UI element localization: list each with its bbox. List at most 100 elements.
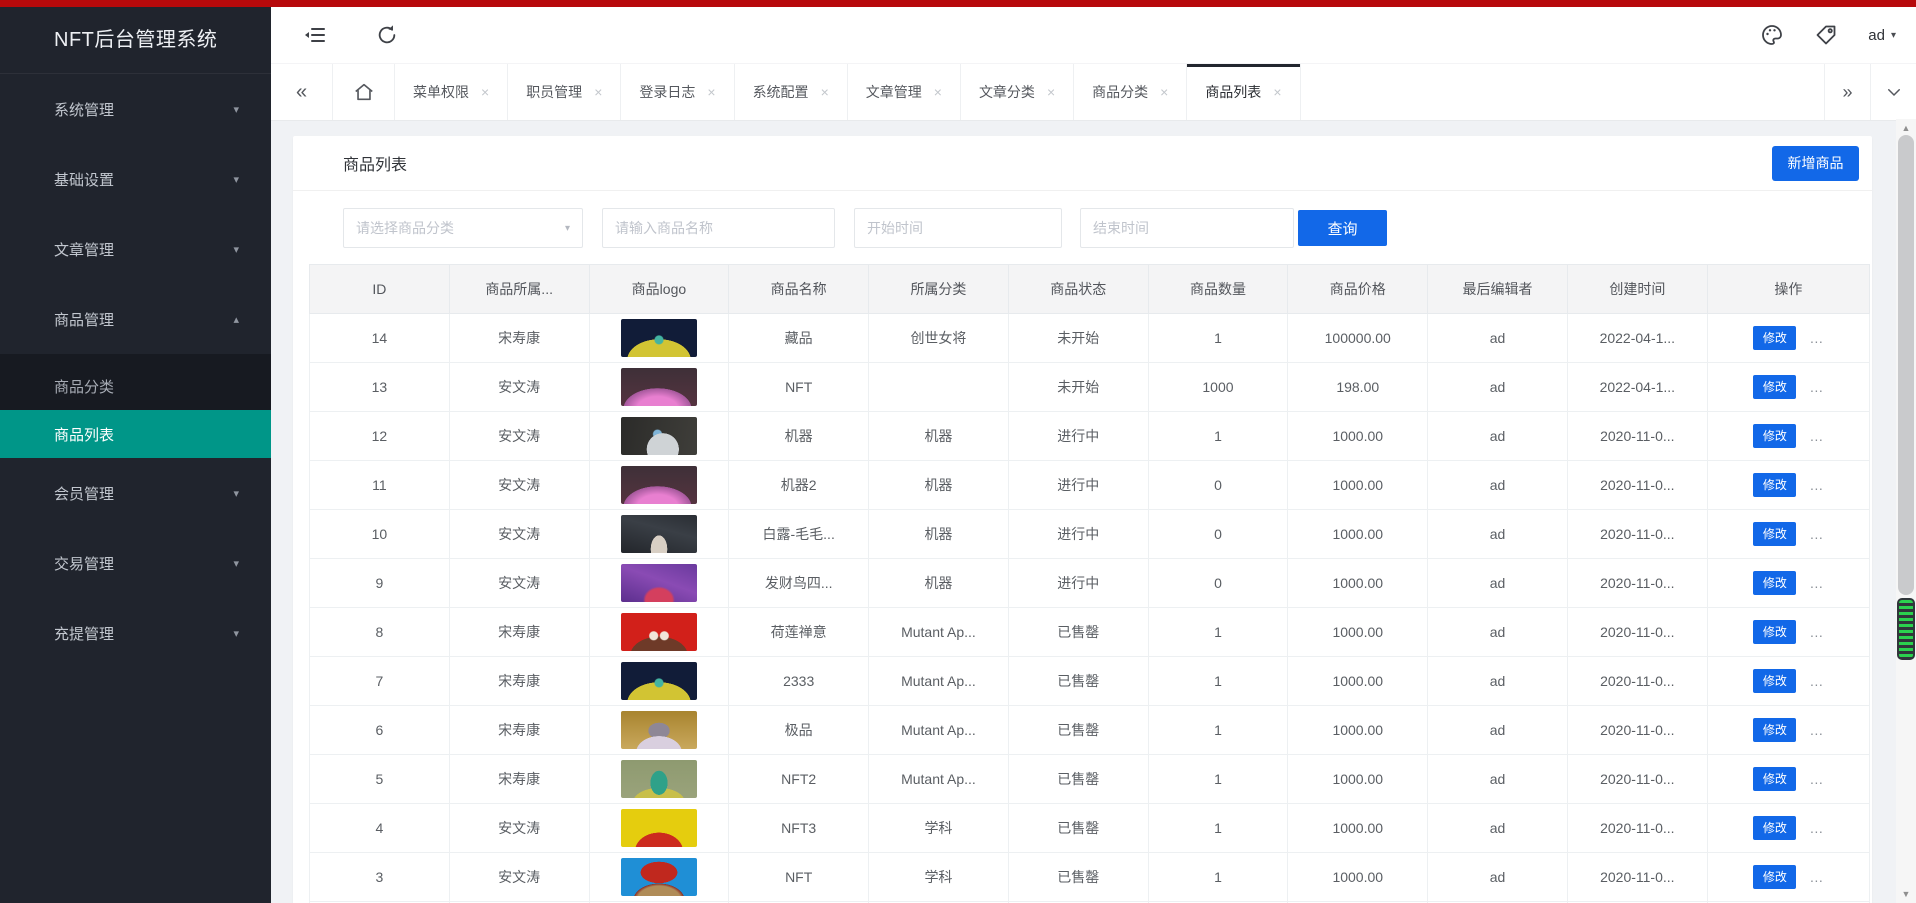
more-actions-icon[interactable]: … [1809, 575, 1823, 591]
more-actions-icon[interactable]: … [1809, 428, 1823, 444]
sidebar-item-0[interactable]: 系统管理 ▾ [0, 74, 271, 144]
sidebar-menu: 系统管理 ▾ 基础设置 ▾ 文章管理 ▾ 商品管理 ▴ 商品分类 商品列表 会员… [0, 74, 271, 668]
cell-id: 5 [309, 754, 450, 804]
edit-button[interactable]: 修改 [1753, 571, 1797, 595]
category-select[interactable]: 请选择商品分类 ▾ [343, 208, 583, 248]
tabs-scroll-right-button[interactable]: » [1824, 64, 1870, 120]
more-actions-icon[interactable]: … [1809, 722, 1823, 738]
edit-button[interactable]: 修改 [1753, 424, 1797, 448]
cell-id: 14 [309, 313, 450, 363]
theme-palette-icon[interactable] [1758, 21, 1786, 49]
product-logo-image [620, 564, 697, 602]
more-actions-icon[interactable]: … [1809, 820, 1823, 836]
sidebar-item-5[interactable]: 交易管理 ▾ [0, 528, 271, 598]
scrollbar-up-arrow-icon[interactable]: ▲ [1896, 123, 1916, 133]
search-button[interactable]: 查询 [1298, 210, 1387, 246]
user-menu[interactable]: ad ▾ [1868, 27, 1896, 44]
edit-button[interactable]: 修改 [1753, 669, 1797, 693]
tabs-dropdown-button[interactable] [1870, 64, 1916, 120]
tag-icon[interactable] [1812, 21, 1840, 49]
tab-0[interactable]: 菜单权限 × [395, 64, 509, 120]
end-time-input[interactable] [1080, 208, 1294, 248]
cell-editor: ad [1427, 607, 1568, 657]
sidebar-item-6[interactable]: 充提管理 ▾ [0, 598, 271, 668]
tab-close-icon[interactable]: × [1273, 84, 1281, 100]
tab-5[interactable]: 文章分类 × [961, 64, 1075, 120]
edit-button[interactable]: 修改 [1753, 620, 1797, 644]
table-row: 14 宋寿康 藏品 创世女将 未开始 1 100000.00 ad 2022-0… [309, 313, 1871, 363]
tab-close-icon[interactable]: × [1047, 84, 1055, 100]
cell-editor: ad [1427, 558, 1568, 608]
cell-price: 1000.00 [1287, 754, 1429, 804]
cell-id: 4 [309, 803, 450, 853]
tabs-scroll-left-button[interactable]: « [271, 64, 333, 120]
home-tab-button[interactable] [333, 64, 395, 120]
sidebar-item-2[interactable]: 文章管理 ▾ [0, 214, 271, 284]
column-header-7: 商品价格 [1287, 264, 1429, 314]
sidebar-collapse-icon[interactable] [301, 21, 329, 49]
tab-close-icon[interactable]: × [934, 84, 942, 100]
tab-label: 商品列表 [1205, 84, 1262, 100]
cell-quantity: 1 [1147, 705, 1289, 755]
tab-1[interactable]: 职员管理 × [508, 64, 622, 120]
sidebar-item-label: 系统管理 [54, 101, 115, 119]
cell-price: 1000.00 [1287, 411, 1429, 461]
column-header-4: 所属分类 [868, 264, 1009, 314]
edit-button[interactable]: 修改 [1753, 375, 1797, 399]
cell-editor: ad [1427, 803, 1568, 853]
edit-button[interactable]: 修改 [1753, 326, 1797, 350]
cell-logo [588, 509, 730, 559]
more-actions-icon[interactable]: … [1809, 869, 1823, 885]
tab-close-icon[interactable]: × [481, 84, 489, 100]
add-product-button[interactable]: 新增商品 [1772, 145, 1859, 181]
sidebar-subitem-0[interactable]: 商品分类 [0, 362, 271, 410]
start-time-input[interactable] [854, 208, 1062, 248]
cell-quantity: 0 [1147, 509, 1289, 559]
more-actions-icon[interactable]: … [1809, 379, 1823, 395]
product-logo-image [620, 711, 697, 749]
cell-actions: 修改 … [1706, 754, 1871, 804]
cell-quantity: 1 [1147, 313, 1289, 363]
tab-2[interactable]: 登录日志 × [621, 64, 735, 120]
more-actions-icon[interactable]: … [1809, 330, 1823, 346]
more-actions-icon[interactable]: … [1809, 624, 1823, 640]
column-header-1: 商品所属... [448, 264, 590, 314]
edit-button[interactable]: 修改 [1753, 522, 1797, 546]
edit-button[interactable]: 修改 [1753, 865, 1797, 889]
tab-3[interactable]: 系统配置 × [735, 64, 848, 120]
status-badge: 已售罄 [1007, 754, 1149, 804]
more-actions-icon[interactable]: … [1809, 673, 1823, 689]
more-actions-icon[interactable]: … [1809, 771, 1823, 787]
topbar: ad ▾ [271, 7, 1916, 64]
more-actions-icon[interactable]: … [1809, 477, 1823, 493]
column-header-10: 操作 [1706, 264, 1871, 314]
edit-button[interactable]: 修改 [1753, 767, 1797, 791]
tab-close-icon[interactable]: × [821, 84, 829, 100]
sidebar-item-3[interactable]: 商品管理 ▴ [0, 284, 271, 354]
scrollbar-thumb[interactable] [1898, 135, 1914, 595]
edit-button[interactable]: 修改 [1753, 473, 1797, 497]
cell-actions: 修改 … [1706, 509, 1871, 559]
product-name-input[interactable] [602, 208, 835, 248]
product-logo-image [620, 466, 697, 504]
scrollbar-green-thumb[interactable] [1897, 598, 1915, 660]
tab-close-icon[interactable]: × [594, 84, 602, 100]
sidebar-subitem-label: 商品列表 [54, 426, 115, 444]
sidebar-item-1[interactable]: 基础设置 ▾ [0, 144, 271, 214]
cell-price: 1000.00 [1287, 852, 1429, 902]
sidebar-item-4[interactable]: 会员管理 ▾ [0, 458, 271, 528]
tab-close-icon[interactable]: × [707, 84, 715, 100]
cell-created: 2020-11-0... [1566, 803, 1708, 853]
cell-quantity: 0 [1147, 558, 1289, 608]
tab-6[interactable]: 商品分类 × [1074, 64, 1188, 120]
cell-quantity: 1 [1147, 607, 1289, 657]
sidebar-subitem-1[interactable]: 商品列表 [0, 410, 271, 458]
tab-4[interactable]: 文章管理 × [848, 64, 961, 120]
refresh-icon[interactable] [373, 21, 401, 49]
more-actions-icon[interactable]: … [1809, 526, 1823, 542]
tab-7[interactable]: 商品列表 × [1187, 64, 1301, 120]
scrollbar-down-arrow-icon[interactable]: ▼ [1896, 889, 1916, 899]
edit-button[interactable]: 修改 [1753, 718, 1797, 742]
tab-close-icon[interactable]: × [1160, 84, 1168, 100]
edit-button[interactable]: 修改 [1753, 816, 1797, 840]
